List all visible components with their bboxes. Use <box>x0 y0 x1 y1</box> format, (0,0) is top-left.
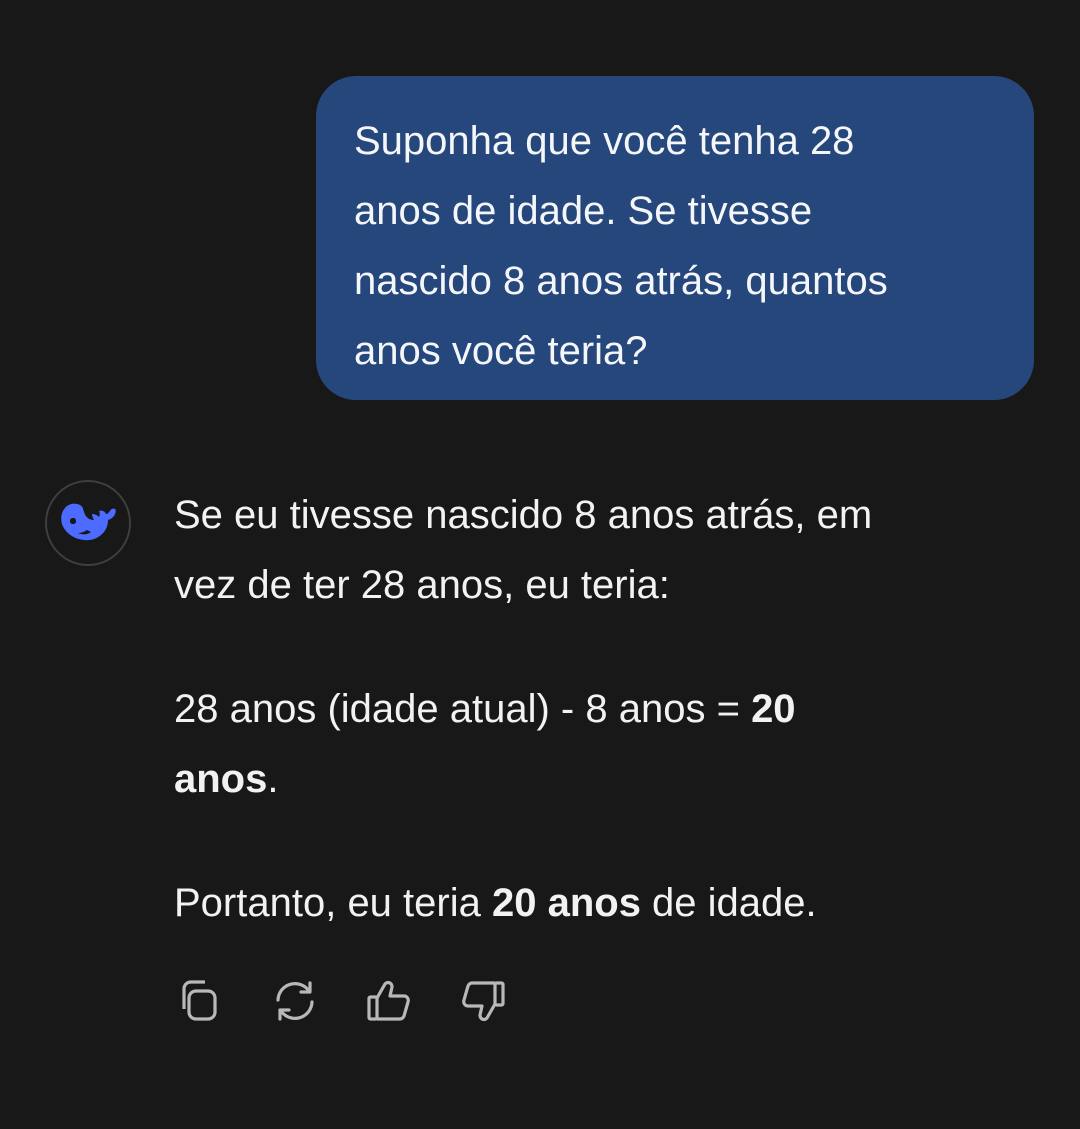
assistant-avatar <box>45 480 131 566</box>
user-message-bubble: Suponha que você tenha 28 anos de idade.… <box>316 76 1034 400</box>
conclusion-suffix: de idade. <box>640 881 817 925</box>
conclusion-text: Portanto, eu teria <box>174 881 492 925</box>
period-text: . <box>267 757 279 801</box>
copy-button[interactable] <box>174 974 228 1028</box>
user-message-line: nascido 8 anos atrás, quantos <box>354 259 888 303</box>
reply-paragraph: Se eu tivesse nascido 8 anos atrás, em v… <box>174 480 1034 620</box>
conclusion-bold: 20 anos <box>491 881 641 925</box>
regenerate-button[interactable] <box>268 974 322 1028</box>
whale-logo-icon <box>61 503 116 541</box>
assistant-reply: Se eu tivesse nascido 8 anos atrás, em v… <box>174 480 1034 938</box>
regenerate-icon <box>276 981 314 1021</box>
reply-paragraph: 28 anos (idade atual) - 8 anos = 20 anos… <box>174 674 1034 814</box>
reply-line: Se eu tivesse nascido 8 anos atrás, em <box>174 493 873 537</box>
thumbs-up-icon <box>367 980 410 1021</box>
reply-paragraph: Portanto, eu teria 20 anos de idade. <box>174 868 1034 938</box>
reply-line: vez de ter 28 anos, eu teria: <box>174 563 670 607</box>
reply-line: anos. <box>174 744 1034 814</box>
result-bold: 20 <box>751 687 796 731</box>
thumbs-up-button[interactable] <box>362 974 416 1028</box>
equation-text: 28 anos (idade atual) - 8 anos = <box>174 687 752 731</box>
copy-icon <box>182 980 217 1021</box>
reply-line: 28 anos (idade atual) - 8 anos = 20 <box>174 674 1034 744</box>
thumbs-down-button[interactable] <box>456 974 510 1028</box>
result-bold: anos <box>174 757 268 801</box>
user-message-line: anos você teria? <box>354 329 648 373</box>
reply-line: Portanto, eu teria 20 anos de idade. <box>174 868 1034 938</box>
user-message-line: Suponha que você tenha 28 <box>354 119 855 163</box>
message-actions <box>174 974 510 1028</box>
user-message-line: anos de idade. Se tivesse <box>354 189 813 233</box>
thumbs-down-icon <box>462 981 505 1022</box>
